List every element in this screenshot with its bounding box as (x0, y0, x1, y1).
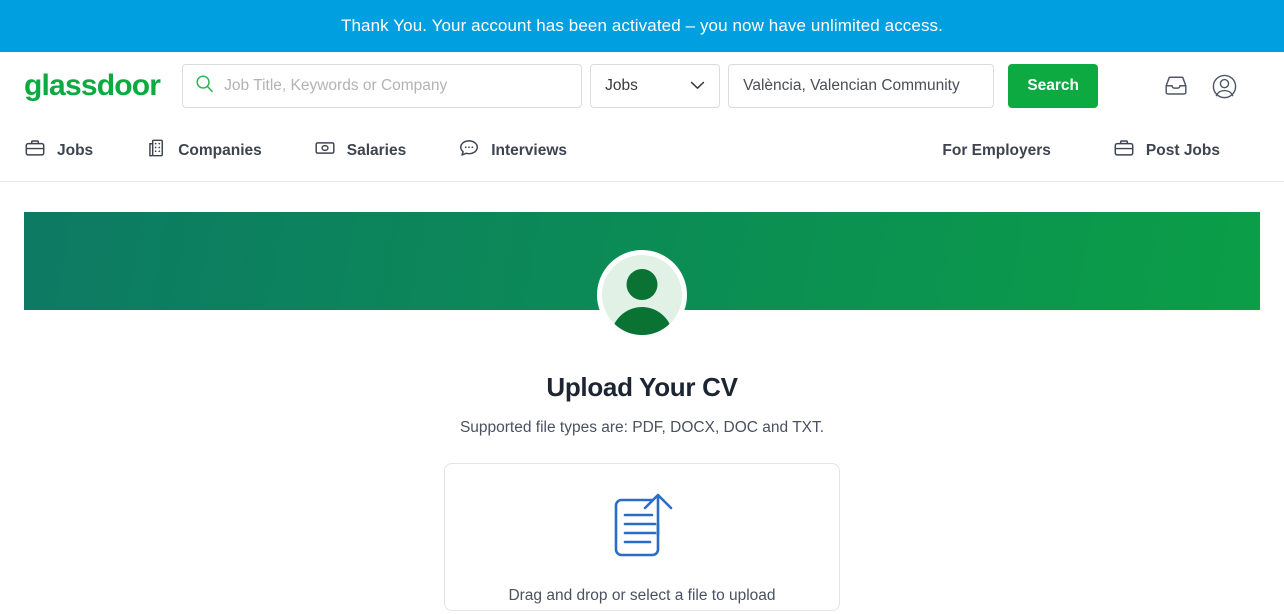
chevron-down-icon (690, 77, 705, 95)
header-actions (1163, 73, 1260, 100)
briefcase-icon (1113, 137, 1135, 164)
nav-item-salaries-label: Salaries (346, 141, 407, 159)
profile-banner-wrapper (0, 182, 1284, 340)
activation-message: Thank You. Your account has been activat… (341, 16, 943, 35)
file-dropzone[interactable]: Drag and drop or select a file to upload (444, 463, 840, 611)
avatar-head (626, 269, 658, 300)
site-header: glassdoor Job Title, Keywords or Company… (0, 52, 1284, 120)
location-search-value: València, Valencian Community (743, 77, 960, 94)
glassdoor-logo[interactable]: glassdoor (24, 71, 161, 101)
building-icon (145, 137, 167, 164)
nav-primary-items: Jobs Companies Salaries Interviews (24, 137, 619, 164)
profile-cover-banner (24, 212, 1260, 340)
nav-item-jobs[interactable]: Jobs (24, 137, 93, 164)
account-activation-banner: Thank You. Your account has been activat… (0, 0, 1284, 52)
nav-item-post-jobs-label: Post Jobs (1145, 141, 1220, 159)
upload-cv-section: Upload Your CV Supported file types are:… (0, 372, 1284, 611)
supported-file-types-text: Supported file types are: PDF, DOCX, DOC… (459, 419, 825, 436)
money-icon (314, 137, 336, 164)
search-button[interactable]: Search (1008, 64, 1099, 108)
nav-item-interviews-label: Interviews (491, 141, 568, 159)
nav-item-post-jobs[interactable]: Post Jobs (1113, 137, 1220, 164)
search-type-select[interactable]: Jobs (590, 64, 721, 108)
nav-item-for-employers-label: For Employers (942, 141, 1051, 159)
keyword-search-field[interactable]: Job Title, Keywords or Company (182, 64, 583, 108)
search-type-value: Jobs (605, 77, 638, 94)
keyword-search-placeholder: Job Title, Keywords or Company (224, 77, 448, 94)
avatar-body (611, 307, 673, 335)
person-avatar-icon[interactable] (597, 250, 687, 340)
speech-bubble-icon (458, 137, 480, 164)
dropzone-label: Drag and drop or select a file to upload (508, 587, 776, 604)
document-upload-icon (602, 488, 682, 569)
search-icon (195, 74, 214, 98)
search-group: Job Title, Keywords or Company Jobs Valè… (182, 64, 1099, 108)
nav-secondary-items: For Employers Post Jobs (880, 137, 1260, 164)
nav-item-interviews[interactable]: Interviews (458, 137, 567, 164)
nav-item-companies[interactable]: Companies (145, 137, 262, 164)
profile-icon[interactable] (1211, 73, 1238, 100)
page-title: Upload Your CV (546, 372, 738, 402)
briefcase-icon (24, 137, 46, 164)
nav-item-companies-label: Companies (178, 141, 262, 159)
main-navigation: Jobs Companies Salaries Interviews For E… (0, 120, 1284, 182)
nav-item-salaries[interactable]: Salaries (314, 137, 406, 164)
location-search-field[interactable]: València, Valencian Community (728, 64, 995, 108)
nav-item-jobs-label: Jobs (57, 141, 94, 159)
nav-item-for-employers[interactable]: For Employers (942, 142, 1051, 160)
inbox-icon[interactable] (1163, 73, 1189, 99)
